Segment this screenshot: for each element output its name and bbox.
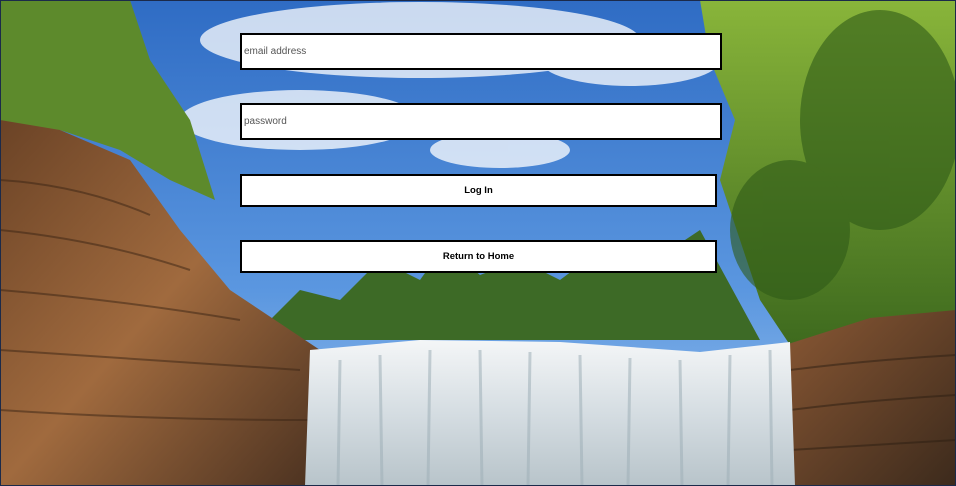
return-home-button-label: Return to Home xyxy=(442,251,515,262)
email-input[interactable] xyxy=(240,33,722,70)
password-input[interactable] xyxy=(240,103,722,140)
login-button-label: Log In xyxy=(464,185,493,196)
return-home-button[interactable]: Return to Home xyxy=(240,240,717,273)
login-button[interactable]: Log In xyxy=(240,174,717,207)
waterfall xyxy=(305,340,795,486)
